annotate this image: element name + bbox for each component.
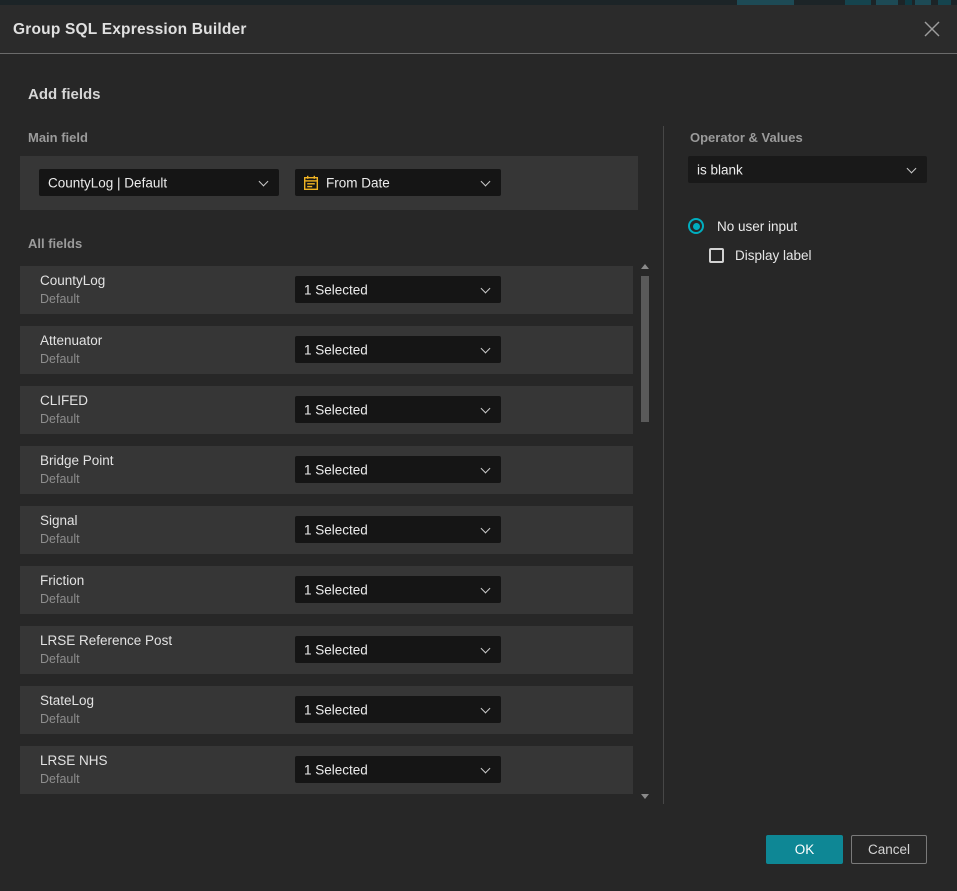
all-fields-label: All fields <box>28 236 82 251</box>
chevron-down-icon <box>259 176 269 186</box>
field-row-countylog: CountyLog Default 1 Selected <box>20 266 633 314</box>
field-type: Default <box>40 772 80 786</box>
field-row-friction: Friction Default 1 Selected <box>20 566 633 614</box>
field-name: LRSE NHS <box>40 753 108 768</box>
field-selection-dropdown[interactable]: 1 Selected <box>295 516 501 543</box>
main-field-panel: CountyLog | Default From Date <box>20 156 638 210</box>
field-type: Default <box>40 532 80 546</box>
field-type: Default <box>40 712 80 726</box>
field-row-statelog: StateLog Default 1 Selected <box>20 686 633 734</box>
field-type: Default <box>40 592 80 606</box>
scrollbar-down-arrow[interactable] <box>641 794 649 799</box>
chevron-down-icon <box>481 703 491 713</box>
field-type: Default <box>40 412 80 426</box>
chevron-down-icon <box>481 403 491 413</box>
checkbox-unchecked-icon <box>709 248 724 263</box>
field-selection-dropdown[interactable]: 1 Selected <box>295 576 501 603</box>
field-type: Default <box>40 472 80 486</box>
field-name: LRSE Reference Post <box>40 633 172 648</box>
no-user-input-label[interactable]: No user input <box>717 218 797 235</box>
field-name: CLIFED <box>40 393 88 408</box>
chevron-down-icon <box>481 763 491 773</box>
dialog-header: Group SQL Expression Builder <box>0 5 957 54</box>
add-fields-title: Add fields <box>28 86 101 103</box>
selected-count: 1 Selected <box>304 402 368 417</box>
chevron-down-icon <box>481 176 491 186</box>
field-row-signal: Signal Default 1 Selected <box>20 506 633 554</box>
selected-count: 1 Selected <box>304 642 368 657</box>
scrollbar-thumb[interactable] <box>641 276 649 422</box>
selected-count: 1 Selected <box>304 702 368 717</box>
selected-count: 1 Selected <box>304 282 368 297</box>
field-name: CountyLog <box>40 273 105 288</box>
field-selection-dropdown[interactable]: 1 Selected <box>295 276 501 303</box>
selected-count: 1 Selected <box>304 522 368 537</box>
selected-count: 1 Selected <box>304 342 368 357</box>
main-field-label: Main field <box>28 130 88 145</box>
radio-selected-icon <box>688 218 704 234</box>
operator-values-label: Operator & Values <box>690 130 803 145</box>
chevron-down-icon <box>907 163 917 173</box>
cancel-button[interactable]: Cancel <box>851 835 927 864</box>
selected-count: 1 Selected <box>304 462 368 477</box>
field-row-bridge-point: Bridge Point Default 1 Selected <box>20 446 633 494</box>
field-row-clifed: CLIFED Default 1 Selected <box>20 386 633 434</box>
field-selection-dropdown[interactable]: 1 Selected <box>295 396 501 423</box>
display-label-text[interactable]: Display label <box>735 248 812 264</box>
field-name: Friction <box>40 573 84 588</box>
close-icon[interactable] <box>922 19 942 39</box>
chevron-down-icon <box>481 463 491 473</box>
field-row-lrse-reference-post: LRSE Reference Post Default 1 Selected <box>20 626 633 674</box>
scrollbar-up-arrow[interactable] <box>641 264 649 269</box>
operator-value: is blank <box>697 162 743 177</box>
field-selection-dropdown[interactable]: 1 Selected <box>295 456 501 483</box>
field-selection-dropdown[interactable]: 1 Selected <box>295 336 501 363</box>
chevron-down-icon <box>481 343 491 353</box>
main-field-source-value: CountyLog | Default <box>48 175 167 190</box>
ok-button[interactable]: OK <box>766 835 843 864</box>
field-selection-dropdown[interactable]: 1 Selected <box>295 756 501 783</box>
operator-select[interactable]: is blank <box>688 156 927 183</box>
chevron-down-icon <box>481 283 491 293</box>
field-row-attenuator: Attenuator Default 1 Selected <box>20 326 633 374</box>
group-sql-expression-builder-dialog: Group SQL Expression Builder Add fields … <box>0 5 957 891</box>
main-field-date-value: From Date <box>326 175 390 190</box>
selected-count: 1 Selected <box>304 762 368 777</box>
chevron-down-icon <box>481 643 491 653</box>
vertical-divider <box>663 126 664 804</box>
field-name: Bridge Point <box>40 453 114 468</box>
field-selection-dropdown[interactable]: 1 Selected <box>295 696 501 723</box>
field-type: Default <box>40 652 80 666</box>
field-name: Attenuator <box>40 333 102 348</box>
dialog-title: Group SQL Expression Builder <box>13 5 247 54</box>
selected-count: 1 Selected <box>304 582 368 597</box>
field-selection-dropdown[interactable]: 1 Selected <box>295 636 501 663</box>
field-type: Default <box>40 292 80 306</box>
field-row-lrse-nhs: LRSE NHS Default 1 Selected <box>20 746 633 794</box>
field-name: StateLog <box>40 693 94 708</box>
main-field-date-select[interactable]: From Date <box>295 169 501 196</box>
calendar-icon <box>303 175 319 191</box>
main-field-source-select[interactable]: CountyLog | Default <box>39 169 279 196</box>
field-name: Signal <box>40 513 78 528</box>
chevron-down-icon <box>481 583 491 593</box>
field-type: Default <box>40 352 80 366</box>
chevron-down-icon <box>481 523 491 533</box>
